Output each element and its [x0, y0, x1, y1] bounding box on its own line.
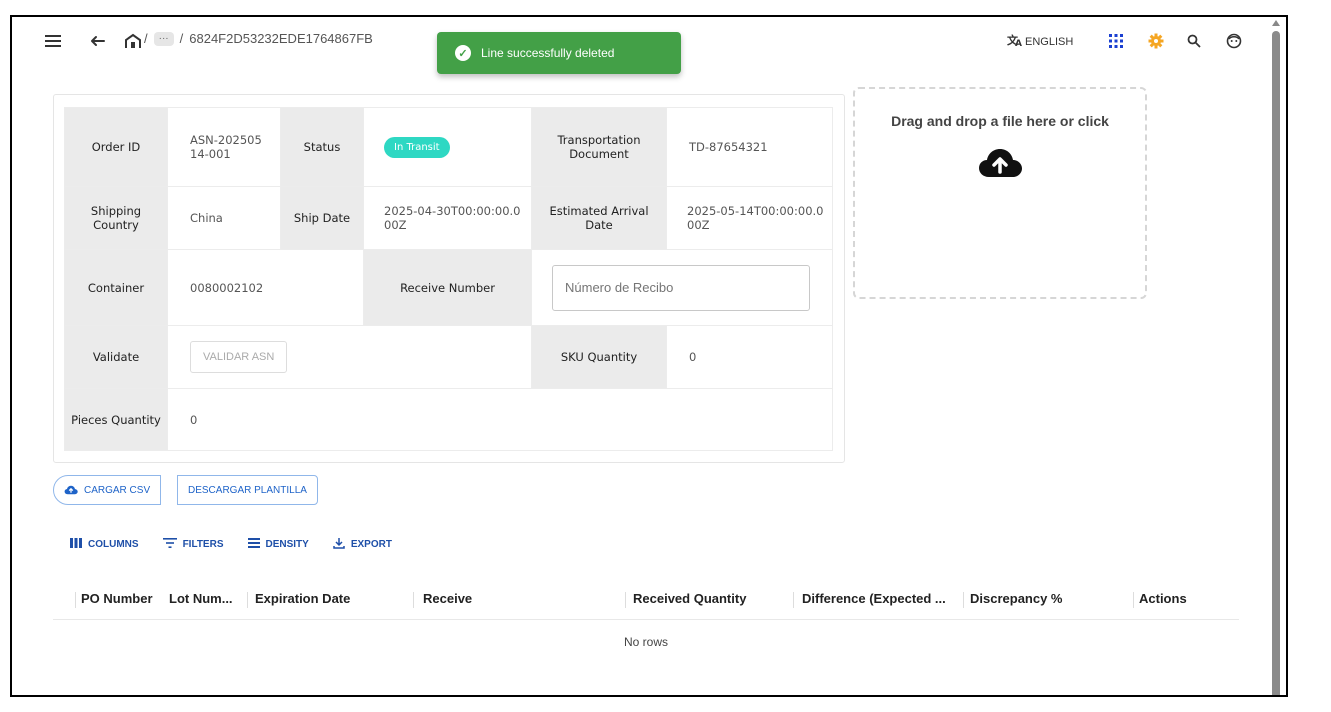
receive-number-label: Receive Number	[363, 249, 532, 326]
cloud-upload-icon	[64, 485, 78, 495]
column-separator	[1133, 592, 1134, 608]
column-separator	[625, 592, 626, 608]
dropzone-text: Drag and drop a file here or click	[891, 113, 1109, 129]
asn-info-table: Order ID ASN-20250514-001 Status In Tran…	[64, 107, 833, 451]
columns-icon	[70, 538, 82, 551]
validate-asn-button[interactable]: VALIDAR ASN	[190, 341, 288, 373]
filters-label: FILTERS	[182, 539, 224, 550]
order-id-value: ASN-20250514-001	[167, 107, 281, 187]
transport-doc-label: Transportation Document	[531, 107, 667, 187]
column-separator	[75, 592, 76, 608]
gear-icon[interactable]	[1146, 29, 1166, 53]
grid-header: PO Number Lot Num... Expiration Date Rec…	[53, 580, 1239, 620]
validate-cell: VALIDAR ASN	[167, 325, 532, 389]
columns-button[interactable]: COLUMNS	[70, 537, 139, 552]
receive-number-cell	[531, 249, 833, 326]
home-icon[interactable]	[122, 29, 144, 53]
column-separator	[413, 592, 414, 608]
download-icon	[333, 537, 345, 552]
columns-label: COLUMNS	[88, 539, 139, 550]
density-icon	[247, 538, 260, 551]
column-header-receive[interactable]: Receive	[423, 591, 472, 606]
export-label: EXPORT	[350, 539, 392, 550]
column-header-expiration-date[interactable]: Expiration Date	[255, 591, 350, 606]
breadcrumb-separator: /	[144, 31, 148, 46]
order-id-label: Order ID	[64, 107, 168, 187]
sku-quantity-value: 0	[666, 325, 833, 389]
download-template-button[interactable]: DESCARGAR PLANTILLA	[177, 475, 318, 505]
apps-grid-icon[interactable]	[1106, 29, 1126, 53]
status-cell: In Transit	[363, 107, 532, 187]
validate-label: Validate	[64, 325, 168, 389]
empty-grid-message: No rows	[623, 635, 668, 649]
toast-message: Line successfully deleted	[481, 46, 615, 60]
svg-text:A: A	[1015, 39, 1022, 47]
translate-icon: 文A	[1007, 33, 1023, 51]
column-separator	[793, 592, 794, 608]
ship-date-label: Ship Date	[280, 186, 364, 250]
asn-info-card: Order ID ASN-20250514-001 Status In Tran…	[53, 94, 845, 463]
cloud-upload-icon	[855, 147, 1145, 184]
menu-icon[interactable]	[42, 29, 64, 53]
account-icon[interactable]	[1224, 29, 1244, 53]
filters-button[interactable]: FILTERS	[162, 537, 224, 552]
eta-label: Estimated Arrival Date	[531, 186, 667, 250]
column-separator	[247, 592, 248, 608]
status-badge: In Transit	[384, 136, 450, 158]
column-header-actions[interactable]: Actions	[1139, 591, 1187, 606]
column-header-discrepancy[interactable]: Discrepancy %	[970, 591, 1063, 606]
pieces-quantity-label: Pieces Quantity	[64, 388, 168, 451]
sku-quantity-label: SKU Quantity	[531, 325, 667, 389]
success-toast: ✓ Line successfully deleted	[437, 32, 681, 74]
check-circle-icon: ✓	[455, 45, 471, 61]
language-label: ENGLISH	[1025, 36, 1074, 48]
density-button[interactable]: DENSITY	[247, 537, 309, 552]
file-dropzone[interactable]: Drag and drop a file here or click	[853, 87, 1147, 299]
receive-number-input[interactable]	[552, 264, 810, 311]
language-selector[interactable]: 文A ENGLISH	[1007, 33, 1073, 51]
pieces-quantity-value: 0	[167, 388, 833, 451]
filter-icon	[162, 538, 177, 551]
container-value: 0080002102	[167, 249, 364, 326]
column-header-lot-number[interactable]: Lot Num...	[169, 591, 233, 606]
export-button[interactable]: EXPORT	[333, 537, 392, 552]
column-separator	[963, 592, 964, 608]
upload-csv-label: CARGAR CSV	[84, 484, 151, 496]
app-window: / ··· / 6824F2D53232EDE1764867FB 文A ENGL…	[10, 15, 1288, 697]
container-label: Container	[64, 249, 168, 326]
shipping-country-value: China	[167, 186, 281, 250]
scroll-up-arrow-icon[interactable]	[1272, 20, 1280, 26]
density-label: DENSITY	[265, 539, 309, 550]
vertical-scrollbar[interactable]	[1269, 17, 1283, 695]
transport-doc-value: TD-87654321	[666, 107, 833, 187]
column-header-received-quantity[interactable]: Received Quantity	[633, 591, 746, 606]
scroll-thumb[interactable]	[1272, 31, 1280, 695]
breadcrumb: / ··· / 6824F2D53232EDE1764867FB	[144, 31, 373, 46]
column-header-po-number[interactable]: PO Number	[81, 591, 153, 606]
download-template-label: DESCARGAR PLANTILLA	[188, 484, 307, 496]
eta-value: 2025-05-14T00:00:00.000Z	[666, 186, 833, 250]
shipping-country-label: Shipping Country	[64, 186, 168, 250]
breadcrumb-ellipsis[interactable]: ···	[153, 31, 174, 46]
upload-csv-button[interactable]: CARGAR CSV	[53, 475, 162, 505]
back-arrow-icon[interactable]	[86, 29, 108, 53]
breadcrumb-separator: /	[179, 31, 184, 46]
search-icon[interactable]	[1184, 29, 1204, 53]
column-header-difference[interactable]: Difference (Expected ...	[802, 591, 946, 606]
status-label: Status	[280, 107, 364, 187]
ship-date-value: 2025-04-30T00:00:00.000Z	[363, 186, 532, 250]
breadcrumb-current: 6824F2D53232EDE1764867FB	[189, 31, 373, 46]
grid-toolbar: COLUMNS FILTERS DENSITY EXPORT	[70, 537, 392, 552]
